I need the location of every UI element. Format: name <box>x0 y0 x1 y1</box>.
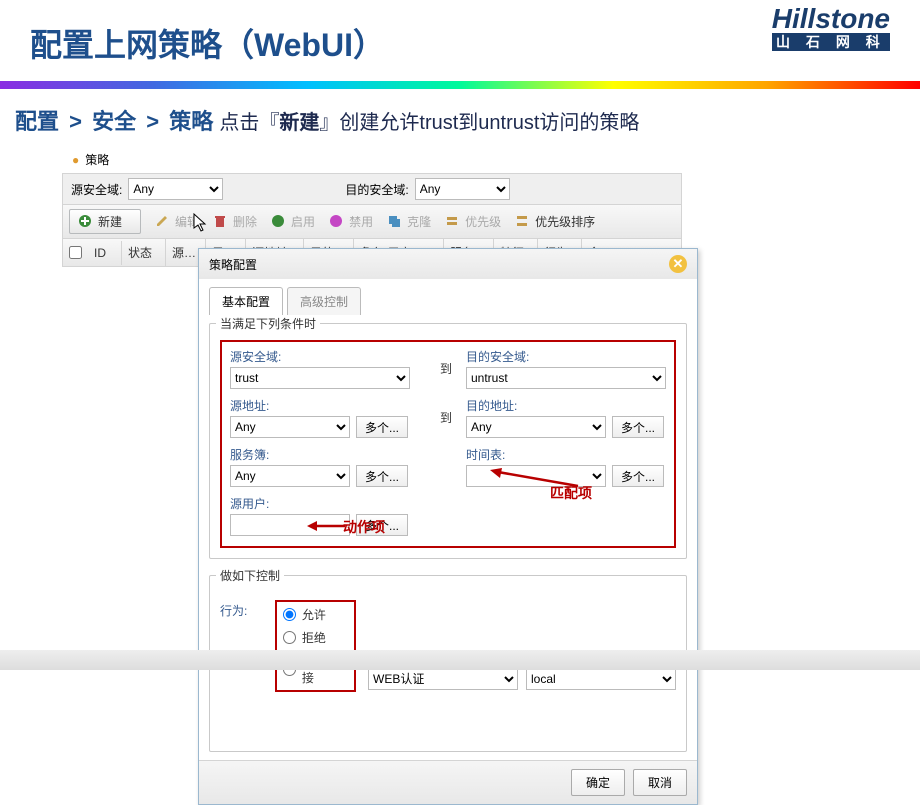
dialog-footer: 确定 取消 <box>199 760 697 804</box>
radio-permit[interactable]: 允许 <box>283 606 348 623</box>
delete-button[interactable]: 删除 <box>213 213 257 230</box>
disable-button[interactable]: 禁用 <box>329 213 373 230</box>
action-label: 行为: <box>220 602 263 692</box>
src-zone-select[interactable]: Any <box>128 178 223 200</box>
label-src-addr: 源地址: <box>230 397 426 414</box>
policy-tab-label[interactable]: 策略 <box>62 146 682 173</box>
breadcrumb-a: 配置 <box>15 109 59 134</box>
clone-button[interactable]: 克隆 <box>387 213 431 230</box>
action-red-box: 允许 拒绝 安全连接 <box>275 600 356 692</box>
brand-name: Hillstone <box>772 5 890 33</box>
copy-icon <box>387 214 403 230</box>
annotation-match: 匹配项 <box>550 483 592 503</box>
annotation-action: 动作项 <box>343 517 385 537</box>
input-src-addr[interactable]: Any <box>230 416 350 438</box>
input-src-zone[interactable]: trust <box>230 367 410 389</box>
col-status[interactable]: 状态 <box>122 239 166 266</box>
new-button[interactable]: 新建 <box>69 209 141 234</box>
trash-icon <box>213 214 229 230</box>
fieldset-match-legend: 当满足下列条件时 <box>216 315 320 332</box>
breadcrumb-line: 配置 > 安全 > 策略 点击『新建』创建允许trust到untrust访问的策… <box>0 99 920 146</box>
select-all-checkbox[interactable] <box>69 246 82 259</box>
label-src-user: 源用户: <box>230 495 426 512</box>
match-red-box: 源安全域: trust 到 目的安全域: untrust 源地址: Any 多个… <box>220 340 676 548</box>
enable-button[interactable]: 启用 <box>271 213 315 230</box>
brand-cn: 山 石 网 科 <box>772 33 890 51</box>
col-id[interactable]: ID <box>88 241 122 265</box>
label-src-zone: 源安全域: <box>230 348 426 365</box>
sort-icon <box>515 214 531 230</box>
ban-circle-icon <box>329 214 345 230</box>
ok-button[interactable]: 确定 <box>571 769 625 796</box>
radio-deny[interactable]: 拒绝 <box>283 629 348 646</box>
fieldset-match: 当满足下列条件时 源安全域: trust 到 目的安全域: untrust 源地… <box>209 315 687 559</box>
priority-icon <box>445 214 461 230</box>
close-button[interactable]: ✕ <box>669 255 687 273</box>
label-dst-zone: 目的安全域: <box>466 348 666 365</box>
breadcrumb-b: 安全 <box>92 109 136 134</box>
priority-button[interactable]: 优先级 <box>445 213 501 230</box>
more-src-addr-button[interactable]: 多个... <box>356 416 408 438</box>
input-webauth[interactable]: WEB认证 <box>368 668 518 690</box>
breadcrumb-c: 策略 <box>169 109 213 134</box>
priority-sort-button[interactable]: 优先级排序 <box>515 213 595 230</box>
label-service: 服务簿: <box>230 446 426 463</box>
dst-zone-select[interactable]: Any <box>415 178 510 200</box>
dialog-title: 策略配置 <box>209 256 257 273</box>
brand-logo: Hillstone 山 石 网 科 <box>772 5 890 51</box>
dialog-title-bar[interactable]: 策略配置 ✕ <box>199 249 697 279</box>
to-label-1: 到 <box>426 360 466 377</box>
input-dst-zone[interactable]: untrust <box>466 367 666 389</box>
more-dst-addr-button[interactable]: 多个... <box>612 416 664 438</box>
tab-basic[interactable]: 基本配置 <box>209 287 283 315</box>
plus-icon <box>78 214 94 230</box>
src-zone-label: 源安全域: <box>71 181 122 198</box>
input-auth-server[interactable]: local <box>526 668 676 690</box>
divider-rainbow <box>0 81 920 89</box>
tab-row: 基本配置 高级控制 <box>199 279 697 315</box>
more-schedule-button[interactable]: 多个... <box>612 465 664 487</box>
to-label-2: 到 <box>426 409 466 426</box>
tab-advanced[interactable]: 高级控制 <box>287 287 361 315</box>
input-dst-addr[interactable]: Any <box>466 416 606 438</box>
more-service-button[interactable]: 多个... <box>356 465 408 487</box>
toolbar: 新建 编辑 删除 启用 禁用 克隆 优先级 优先级排序 <box>62 205 682 239</box>
pencil-icon <box>155 214 171 230</box>
edit-button[interactable]: 编辑 <box>155 213 199 230</box>
slide-header: 配置上网策略（WebUI） Hillstone 山 石 网 科 <box>0 0 920 76</box>
zone-filter-bar: 源安全域: Any 目的安全域: Any <box>62 173 682 205</box>
cancel-button[interactable]: 取消 <box>633 769 687 796</box>
slide-bottom-strip <box>0 650 920 670</box>
slide-title: 配置上网策略（WebUI） <box>30 20 890 66</box>
check-circle-icon <box>271 214 287 230</box>
fieldset-action-legend: 做如下控制 <box>216 567 284 584</box>
label-dst-addr: 目的地址: <box>466 397 666 414</box>
close-icon: ✕ <box>673 256 684 272</box>
input-service[interactable]: Any <box>230 465 350 487</box>
dst-zone-label: 目的安全域: <box>345 181 408 198</box>
arrow-action-icon <box>307 518 347 534</box>
policy-config-dialog: 策略配置 ✕ 基本配置 高级控制 当满足下列条件时 源安全域: trust 到 … <box>198 248 698 805</box>
label-schedule: 时间表: <box>466 446 666 463</box>
